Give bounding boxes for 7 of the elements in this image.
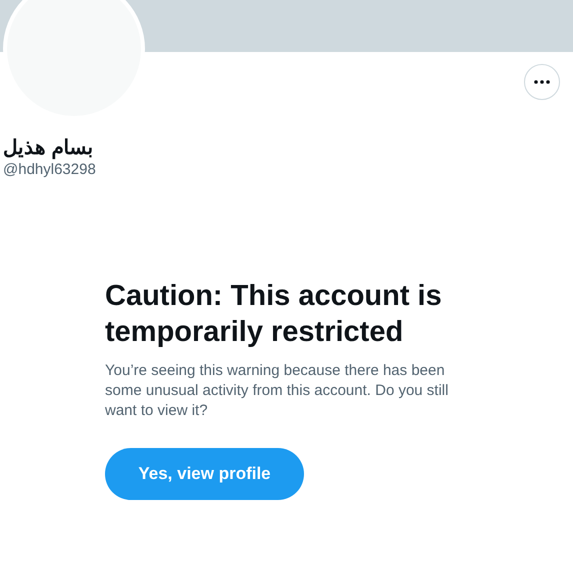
profile-handle: @hdhyl63298: [3, 160, 96, 180]
more-button[interactable]: [524, 64, 560, 100]
view-profile-button[interactable]: Yes, view profile: [105, 448, 304, 500]
more-icon: [534, 80, 550, 84]
warning-message: You’re seeing this warning because there has been some unusual activity from this account. Do you still want to view it?: [105, 361, 450, 421]
profile-name: بسام هذيل: [3, 136, 94, 160]
warning-title: Caution: This account is temporarily restricted: [105, 279, 443, 350]
